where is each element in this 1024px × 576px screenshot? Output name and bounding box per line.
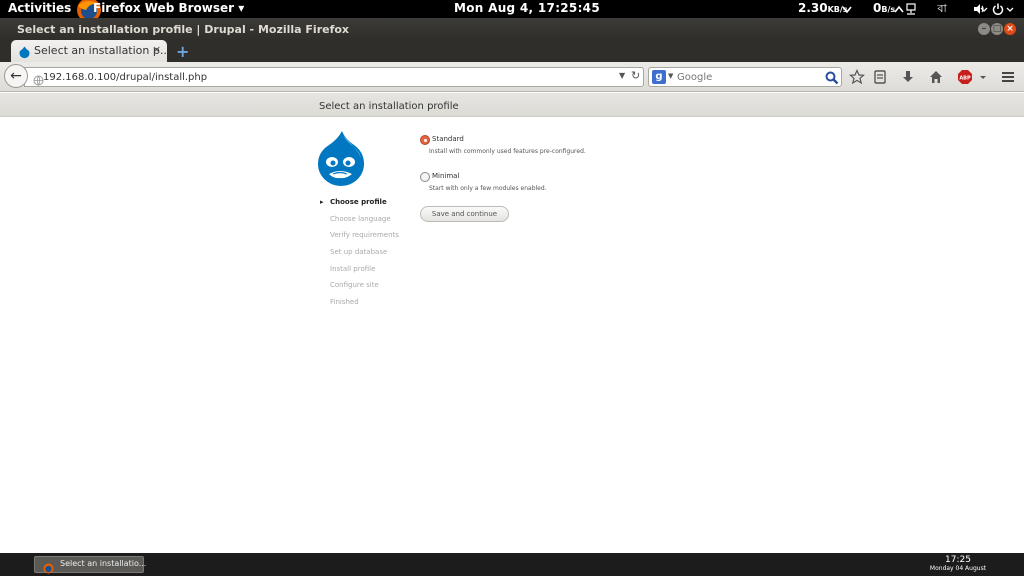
step-verify-requirements: Verify requirements [330,231,399,240]
window-title: Select an installation profile | Drupal … [17,23,350,36]
download-icon[interactable] [900,69,916,85]
tab-title: Select an installation p... [34,44,171,57]
search-bar[interactable]: g ▼ [648,67,842,87]
navigation-toolbar: ▼ ↻ ← g ▼ ABP [0,62,1024,92]
google-search-engine-icon[interactable]: g [652,70,666,84]
tab-strip: Select an installation p... × + [0,40,1024,62]
bottom-taskbar: Select an installatio... 17:25 Monday 04… [0,553,1024,576]
adblock-icon[interactable]: ABP [957,69,973,85]
chevron-up-icon[interactable] [893,2,905,16]
tab-install-profile[interactable]: Select an installation p... × [11,40,171,62]
install-steps: Choose profile Choose language Verify re… [320,197,399,314]
taskbar-window-label: Select an installatio... [60,559,147,568]
step-choose-language: Choose language [330,214,391,223]
clock[interactable]: Mon Aug 4, 17:25:45 [454,1,600,15]
step-set-up-database: Set up database [330,248,388,257]
step-finished: Finished [330,298,359,307]
minimal-description: Start with only a few modules enabled. [429,185,547,192]
activities-button[interactable]: Activities [8,1,71,15]
search-input[interactable] [677,70,822,85]
chevron-down-icon[interactable] [1005,2,1015,16]
save-and-continue-button[interactable]: Save and continue [420,206,509,222]
bookmark-star-icon[interactable] [848,69,866,85]
menu-icon[interactable] [1000,69,1016,85]
search-engine-dropdown-icon[interactable]: ▼ [668,72,673,80]
close-window-button[interactable]: × [1004,23,1016,35]
tab-close-icon[interactable]: × [152,43,161,56]
window-title-bar[interactable]: Select an installation profile | Drupal … [0,18,1024,40]
chevron-down-icon[interactable] [841,2,853,16]
taskbar-clock[interactable]: 17:25 Monday 04 August [928,555,988,573]
firefox-icon [43,559,54,574]
taskbar-window-button[interactable]: Select an installatio... [34,556,147,574]
step-configure-site: Configure site [330,281,379,290]
url-history-dropdown-icon[interactable]: ▼ [619,71,625,80]
search-icon[interactable] [825,70,839,85]
taskbar-time: 17:25 [945,555,971,565]
adblock-dropdown-icon[interactable] [978,69,988,85]
page-content: Select an installation profile Choose pr… [0,93,1024,553]
chevron-down-icon[interactable] [979,2,989,16]
net-download-value: 2.30 [798,1,828,15]
net-upload-speed: 0B/s [873,1,895,15]
new-tab-button[interactable]: + [176,42,189,61]
home-icon[interactable] [928,69,944,85]
page-title: Select an installation profile [319,101,459,112]
adblock-label: ABP [959,75,971,81]
minimize-button[interactable]: – [978,23,990,35]
keyboard-layout-icon[interactable]: বা [935,2,949,16]
minimal-radio[interactable] [420,172,430,182]
page-header: Select an installation profile [0,93,1024,117]
step-install-profile: Install profile [330,264,376,273]
app-menu[interactable]: Firefox Web Browser ▾ [93,1,244,15]
step-choose-profile: Choose profile [320,197,399,214]
reload-icon[interactable]: ↻ [631,69,640,82]
maximize-button[interactable]: □ [991,23,1003,35]
drupal-logo [316,130,366,186]
power-icon[interactable] [991,2,1005,16]
reading-list-icon[interactable] [872,69,888,85]
minimal-label[interactable]: Minimal [432,172,459,180]
standard-description: Install with commonly used features pre-… [429,148,586,155]
network-icon[interactable] [905,2,917,16]
url-bar[interactable]: ▼ ↻ [24,67,644,87]
url-input[interactable] [43,70,613,85]
back-button[interactable]: ← [4,64,28,88]
taskbar-date: Monday 04 August [929,565,987,572]
gnome-top-bar: Activities Firefox Web Browser ▾ Mon Aug… [0,0,1024,18]
standard-label[interactable]: Standard [432,135,464,143]
drupal-favicon-icon [18,44,31,59]
standard-radio[interactable] [420,135,430,145]
